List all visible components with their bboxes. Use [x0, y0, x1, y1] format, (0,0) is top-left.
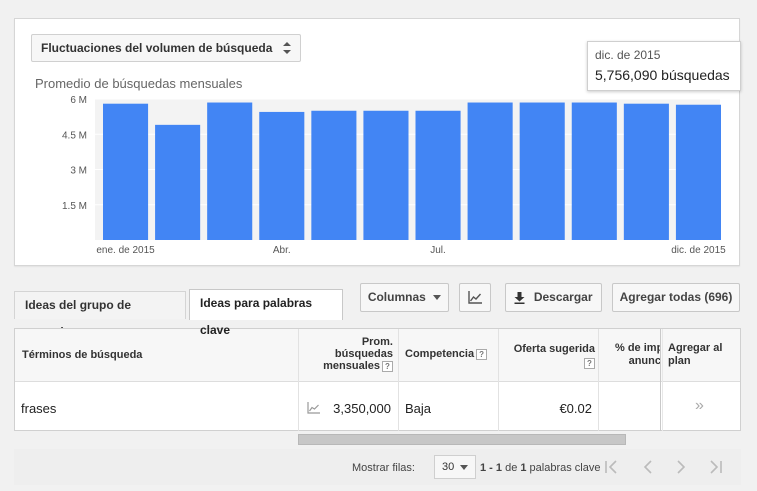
dropdown-arrow-icon	[460, 465, 468, 470]
x-tick-label: ene. de 2015	[96, 245, 155, 256]
pagination-bar: Mostrar filas: 30 1 - 1 de 1 palabras cl…	[14, 449, 741, 485]
keyword-grid: Términos de búsqueda Prom. búsquedas men…	[14, 328, 741, 431]
header-prom-line2: búsquedas	[334, 348, 393, 360]
bar-7[interactable]	[415, 110, 461, 240]
chart-toggle-button[interactable]	[459, 283, 491, 312]
next-page-icon[interactable]	[672, 459, 690, 475]
tooltip-value: 5,756,090 búsquedas	[595, 67, 730, 83]
x-tick-label: dic. de 2015	[671, 245, 726, 256]
download-icon	[514, 291, 525, 304]
cell-competencia: Baja	[405, 401, 432, 416]
tab-ideas-palabras-clave[interactable]: Ideas para palabras clave	[189, 289, 343, 337]
header-promedio-busquedas[interactable]: Prom. búsquedas mensuales?	[305, 336, 393, 372]
first-page-icon[interactable]	[603, 459, 621, 475]
bar-5[interactable]	[311, 110, 357, 240]
header-agregar-line1: Agregar al	[668, 342, 723, 354]
header-imp-line1: % de imp	[615, 342, 661, 354]
bar-3[interactable]	[207, 102, 253, 241]
cell-oferta: €0.02	[559, 401, 592, 416]
bar-8[interactable]	[467, 102, 513, 241]
header-terminos[interactable]: Términos de búsqueda	[22, 349, 142, 361]
line-chart-icon	[468, 291, 482, 305]
dropdown-arrow-icon	[433, 295, 442, 301]
total-rest: palabras clave	[526, 462, 601, 474]
range-rest: de	[502, 462, 521, 474]
chart-tooltip: dic. de 2015 5,756,090 búsquedas	[587, 41, 741, 91]
cell-termino: frases	[21, 401, 57, 416]
bar-10[interactable]	[571, 102, 617, 241]
add-to-plan-icon[interactable]: »	[695, 397, 704, 415]
page-range: 1 - 1 de 1 palabras clave	[480, 462, 601, 474]
mostrar-filas-label: Mostrar filas:	[352, 462, 415, 474]
chart-card: Fluctuaciones del volumen de búsqueda Pr…	[14, 18, 741, 266]
keyword-table: Términos de búsqueda Prom. búsquedas men…	[0, 318, 757, 491]
x-tick-label: Jul.	[430, 245, 446, 256]
header-oferta-sugerida[interactable]: Oferta sugerida ?	[503, 342, 595, 370]
range-bold: 1 - 1	[480, 462, 503, 474]
bar-12[interactable]	[675, 104, 721, 240]
cell-busquedas: 3,350,000	[333, 401, 391, 416]
agregar-todas-button[interactable]: Agregar todas (696)	[612, 283, 740, 312]
bar-2[interactable]	[155, 124, 201, 240]
bar-1[interactable]	[103, 103, 149, 240]
bar-4[interactable]	[259, 111, 305, 240]
previous-page-icon[interactable]	[639, 459, 657, 475]
header-agregar-plan[interactable]: Agregar al plan	[668, 342, 722, 368]
header-impresiones[interactable]: % de imp anunc	[615, 342, 661, 368]
help-icon[interactable]: ?	[382, 360, 393, 372]
header-agregar-line2: plan	[668, 355, 691, 367]
header-oferta-label: Oferta sugerida	[513, 343, 595, 355]
header-competencia-label: Competencia	[405, 348, 475, 360]
descargar-button[interactable]: Descargar	[505, 283, 602, 312]
tooltip-date: dic. de 2015	[595, 48, 661, 62]
y-tick-label: 1.5 M	[62, 201, 87, 212]
tab-ideas-grupo-anuncios[interactable]: Ideas del grupo de anuncios	[14, 291, 186, 339]
rows-per-page-select[interactable]: 30	[434, 455, 476, 479]
header-imp-line2: anunc	[628, 355, 661, 367]
y-tick-label: 4.5 M	[62, 130, 87, 141]
header-prom-line3: mensuales	[323, 360, 380, 372]
y-tick-label: 3 M	[70, 166, 87, 177]
columnas-label: Columnas	[367, 290, 426, 304]
bar-6[interactable]	[363, 110, 409, 240]
table-row: frases 3,350,000 Baja €0.02 »	[15, 382, 740, 432]
rows-per-page-value: 30	[442, 461, 455, 473]
help-icon[interactable]: ?	[476, 348, 488, 360]
header-competencia[interactable]: Competencia?	[405, 348, 488, 360]
header-prom-line1: Prom.	[361, 336, 393, 348]
y-tick-label: 6 M	[70, 95, 87, 106]
help-icon[interactable]: ?	[584, 357, 595, 369]
columnas-button[interactable]: Columnas	[360, 283, 449, 312]
bar-11[interactable]	[623, 103, 669, 240]
descargar-label: Descargar	[533, 290, 593, 304]
horizontal-scrollbar[interactable]	[298, 434, 626, 445]
bar-9[interactable]	[519, 102, 565, 241]
x-tick-label: Abr.	[273, 245, 291, 256]
last-page-icon[interactable]	[706, 459, 724, 475]
table-header: Términos de búsqueda Prom. búsquedas men…	[15, 329, 740, 382]
